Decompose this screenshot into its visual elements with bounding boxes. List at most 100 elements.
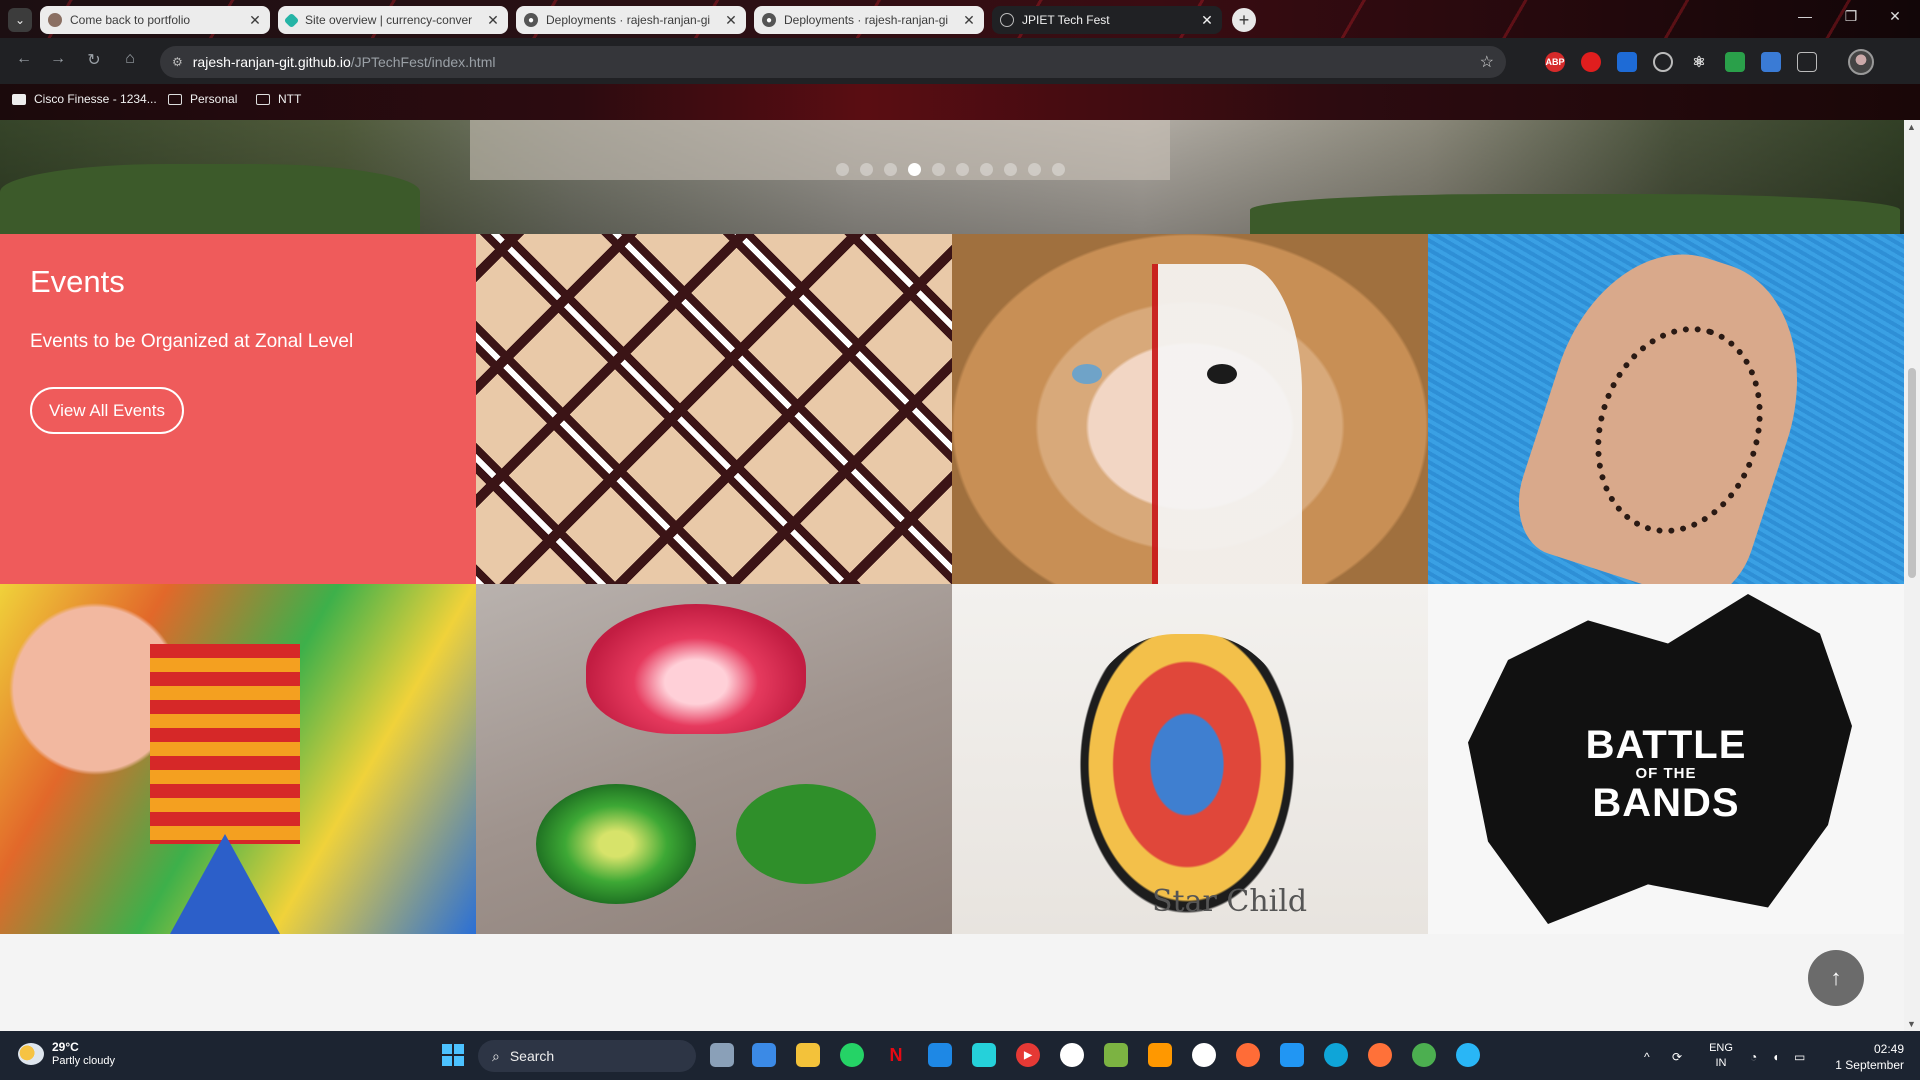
- view-all-events-button[interactable]: View All Events: [30, 387, 184, 434]
- volume-icon[interactable]: ◖: [1772, 1050, 1779, 1064]
- github-taskbar-icon[interactable]: [1060, 1043, 1084, 1067]
- weather-icon: [18, 1043, 44, 1065]
- vscode-icon[interactable]: [1280, 1043, 1304, 1067]
- taskbar: [0, 1031, 1920, 1080]
- hero-carousel: [0, 120, 1904, 234]
- scroll-to-top-button[interactable]: ↑: [1808, 950, 1864, 1006]
- event-image-henna: [1428, 234, 1904, 584]
- browser-app-icon[interactable]: [1456, 1043, 1480, 1067]
- window-close-icon[interactable]: ✕: [1880, 8, 1910, 25]
- folder-icon: [168, 93, 182, 105]
- page-viewport: Events Events to be Organized at Zonal L…: [0, 120, 1904, 1031]
- page-scrollbar[interactable]: ▲ ▼: [1904, 120, 1920, 1031]
- reload-icon[interactable]: ↻: [82, 50, 106, 70]
- event-image-collage: [476, 234, 952, 584]
- carousel-dot[interactable]: [932, 163, 945, 176]
- carousel-dot[interactable]: [860, 163, 873, 176]
- site-info-icon[interactable]: ⚙: [172, 55, 183, 69]
- amazon-music-icon[interactable]: [972, 1043, 996, 1067]
- github-icon: ●: [762, 13, 776, 27]
- prime-video-icon[interactable]: [928, 1043, 952, 1067]
- youtube-icon[interactable]: ▶: [1016, 1043, 1040, 1067]
- store-icon[interactable]: [752, 1043, 776, 1067]
- bookmark-star-icon[interactable]: ☆: [1480, 52, 1494, 72]
- home-icon[interactable]: ⌂: [118, 50, 142, 68]
- scroll-up-icon[interactable]: ▲: [1907, 122, 1916, 132]
- tab-netlify[interactable]: Site overview | currency-conver ✕: [278, 6, 508, 34]
- carousel-dot[interactable]: [908, 163, 921, 176]
- scrollbar-thumb[interactable]: [1908, 368, 1916, 578]
- event-image-tshirt: Star Child: [952, 584, 1428, 934]
- whatsapp-icon[interactable]: [840, 1043, 864, 1067]
- extension-red-icon[interactable]: [1581, 52, 1601, 72]
- bookmark-ntt[interactable]: NTT: [256, 92, 301, 106]
- search-icon: ⌕: [492, 1047, 500, 1064]
- clock[interactable]: 02:49 1 September: [1820, 1041, 1904, 1073]
- extension-target-icon[interactable]: [1653, 52, 1673, 72]
- extensions-puzzle-icon[interactable]: [1797, 52, 1817, 72]
- postman-icon[interactable]: [1236, 1043, 1260, 1067]
- tab-portfolio[interactable]: Come back to portfolio ✕: [40, 6, 270, 34]
- carousel-dot[interactable]: [956, 163, 969, 176]
- close-icon[interactable]: ✕: [486, 12, 500, 29]
- extension-green-icon[interactable]: [1725, 52, 1745, 72]
- netlify-icon: [283, 12, 300, 28]
- sync-icon[interactable]: ⟳: [1672, 1050, 1682, 1064]
- chrome-icon[interactable]: [1412, 1043, 1436, 1067]
- events-panel: Events Events to be Organized at Zonal L…: [0, 234, 494, 584]
- close-icon[interactable]: ✕: [724, 12, 738, 29]
- minimize-icon[interactable]: —: [1790, 8, 1820, 24]
- sublime-icon[interactable]: [1148, 1043, 1172, 1067]
- carousel-dot[interactable]: [1004, 163, 1017, 176]
- event-image-poster: [0, 584, 476, 934]
- tab-jpiet[interactable]: JPIET Tech Fest ✕: [992, 6, 1222, 34]
- close-icon[interactable]: ✕: [962, 12, 976, 29]
- restore-icon[interactable]: ❐: [1836, 8, 1866, 25]
- adblock-icon[interactable]: ABP: [1545, 52, 1565, 72]
- carousel-dot[interactable]: [884, 163, 897, 176]
- carousel-dot[interactable]: [980, 163, 993, 176]
- carousel-dot[interactable]: [1052, 163, 1065, 176]
- close-icon[interactable]: ✕: [248, 12, 262, 29]
- bands-title: BATTLE OF THE BANDS: [1585, 723, 1747, 825]
- file-explorer-icon[interactable]: [796, 1043, 820, 1067]
- netflix-icon[interactable]: N: [884, 1043, 908, 1067]
- firefox-icon[interactable]: [1368, 1043, 1392, 1067]
- tray-chevron-icon[interactable]: ^: [1644, 1050, 1650, 1064]
- wifi-icon[interactable]: ◔: [1750, 1050, 1757, 1064]
- scroll-down-icon[interactable]: ▼: [1907, 1019, 1916, 1029]
- language-indicator[interactable]: ENG IN: [1706, 1041, 1736, 1071]
- close-icon[interactable]: ✕: [1200, 12, 1214, 29]
- tab-deployments-2[interactable]: ● Deployments · rajesh-ranjan-gi ✕: [754, 6, 984, 34]
- url-host: rajesh-ranjan-git.github.io: [192, 54, 351, 70]
- battery-icon[interactable]: ▭: [1794, 1050, 1805, 1064]
- back-icon[interactable]: ←: [12, 50, 36, 68]
- edge-icon[interactable]: [1324, 1043, 1348, 1067]
- url-path: /JPTechFest/index.html: [350, 54, 496, 70]
- address-bar[interactable]: ⚙ rajesh-ranjan-git.github.io/JPTechFest…: [160, 46, 1506, 78]
- carousel-dot[interactable]: [1028, 163, 1041, 176]
- weather-widget[interactable]: 29°C Partly cloudy: [18, 1040, 115, 1068]
- extension-doc-icon[interactable]: [1761, 52, 1781, 72]
- task-view-icon[interactable]: [710, 1043, 734, 1067]
- new-tab-button[interactable]: +: [1232, 8, 1256, 32]
- event-image-rangoli: [476, 584, 952, 934]
- github-icon: ●: [524, 13, 538, 27]
- start-icon[interactable]: [442, 1044, 464, 1066]
- globe-icon: [1000, 13, 1014, 27]
- extension-react-icon[interactable]: ⚛: [1689, 52, 1709, 72]
- mongodb-icon[interactable]: [1192, 1043, 1216, 1067]
- extension-blue-icon[interactable]: [1617, 52, 1637, 72]
- events-title: Events: [30, 264, 125, 299]
- tab-deployments-1[interactable]: ● Deployments · rajesh-ranjan-gi ✕: [516, 6, 746, 34]
- bookmark-personal[interactable]: Personal: [168, 92, 237, 106]
- forward-icon[interactable]: →: [46, 50, 70, 68]
- profile-avatar[interactable]: [1848, 49, 1874, 75]
- events-subtitle: Events to be Organized at Zonal Level: [30, 331, 354, 352]
- tab-search-button[interactable]: ⌄: [8, 8, 32, 32]
- taskbar-search[interactable]: ⌕ Search: [478, 1040, 696, 1072]
- carousel-indicators: [836, 163, 1065, 176]
- bookmark-cisco[interactable]: Cisco Finesse - 1234...: [12, 92, 157, 106]
- carousel-dot[interactable]: [836, 163, 849, 176]
- notepad-icon[interactable]: [1104, 1043, 1128, 1067]
